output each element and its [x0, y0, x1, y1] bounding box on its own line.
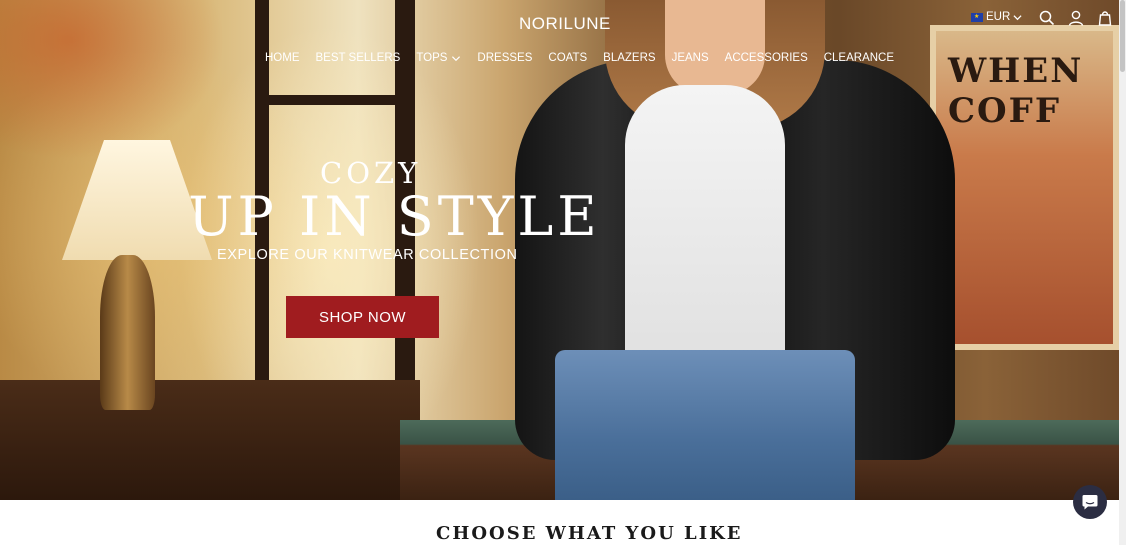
- nav-item-tops[interactable]: TOPS: [416, 52, 461, 64]
- lamp-base: [100, 255, 155, 410]
- nav-item-accessories[interactable]: ACCESSORIES: [725, 52, 808, 64]
- page-scrollbar[interactable]: [1119, 0, 1126, 545]
- hero-subtitle: EXPLORE OUR KNITWEAR COLLECTION: [217, 247, 518, 263]
- search-icon[interactable]: [1039, 10, 1055, 26]
- account-icon[interactable]: [1068, 10, 1084, 26]
- nav-item-jeans[interactable]: JEANS: [672, 52, 709, 64]
- shop-now-button[interactable]: SHOP NOW: [286, 296, 439, 338]
- nav-item-home[interactable]: HOME: [265, 52, 300, 64]
- eu-flag-icon: [971, 12, 983, 22]
- hero-headline-line2: UP IN STYLE: [188, 185, 601, 248]
- neck: [665, 0, 765, 95]
- wall-poster: WHEN COFF: [930, 25, 1119, 350]
- model-figure: [515, 0, 955, 500]
- window-sill: [0, 380, 420, 500]
- section-title: CHOOSE WHAT YOU LIKE: [436, 523, 743, 544]
- currency-label: EUR: [986, 11, 1011, 23]
- jeans: [555, 350, 855, 500]
- scrollbar-thumb[interactable]: [1120, 0, 1125, 72]
- cart-bag-icon[interactable]: [1097, 10, 1113, 26]
- nav-item-coats[interactable]: COATS: [548, 52, 587, 64]
- hero-banner[interactable]: WHEN COFF NORILUNE EUR HOME BEST SELLERS…: [0, 0, 1119, 500]
- window-frame: [260, 95, 410, 105]
- nav-item-dresses[interactable]: DRESSES: [477, 52, 532, 64]
- main-nav: HOME BEST SELLERS TOPS DRESSES COATS BLA…: [265, 52, 910, 64]
- white-tshirt: [625, 85, 785, 370]
- brand-logo[interactable]: NORILUNE: [519, 14, 611, 34]
- chat-bubble-icon: [1082, 495, 1098, 510]
- poster-lettering: WHEN COFF: [948, 51, 1084, 131]
- chevron-down-icon: [1013, 14, 1022, 20]
- currency-selector[interactable]: EUR: [971, 11, 1022, 23]
- nav-item-blazers[interactable]: BLAZERS: [603, 52, 655, 64]
- chat-launcher-button[interactable]: [1073, 485, 1107, 519]
- chevron-down-icon: [452, 55, 461, 61]
- nav-item-best-sellers[interactable]: BEST SELLERS: [316, 52, 401, 64]
- nav-item-clearance[interactable]: CLEARANCE: [824, 52, 894, 64]
